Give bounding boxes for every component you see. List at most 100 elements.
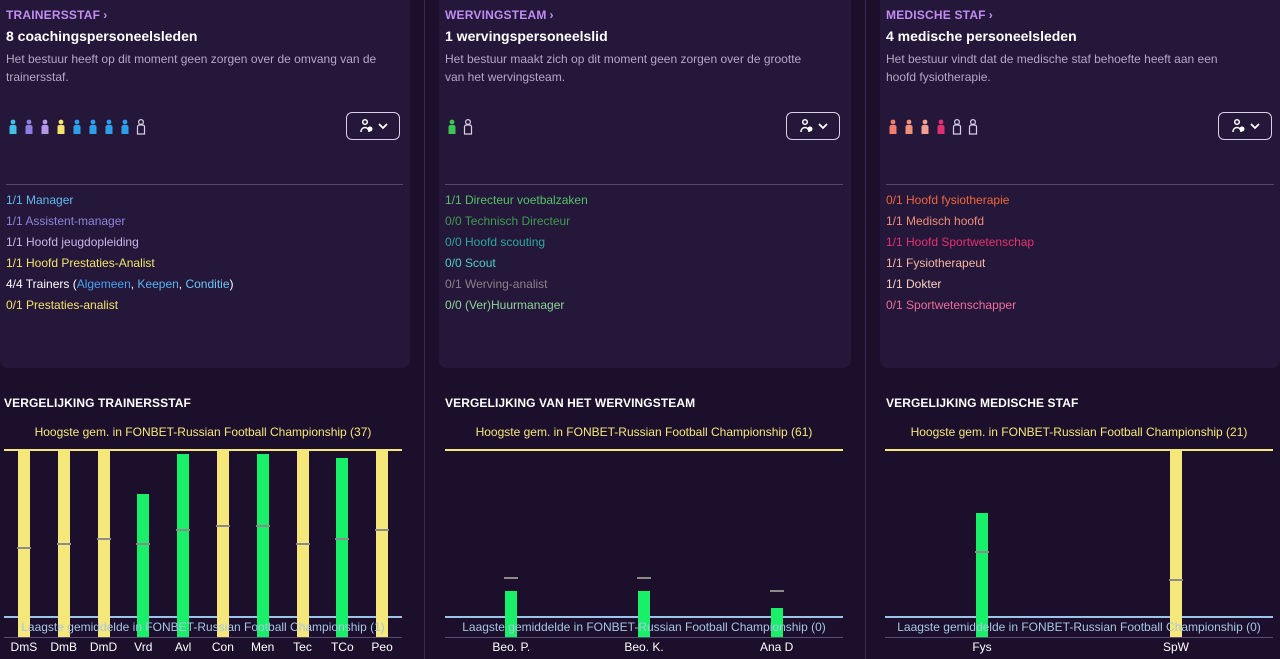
header-title: MEDISCHE STAF bbox=[886, 8, 986, 22]
wervingsteam-card: WERVINGSTEAM › 1 wervingspersoneelslid He… bbox=[439, 0, 851, 368]
role-item: 0/1 Hoofd fysiotherapie bbox=[886, 193, 1010, 207]
person-filled-icon bbox=[41, 119, 49, 134]
chevron-down-icon bbox=[1250, 123, 1260, 130]
medische-staf-card: MEDISCHE STAF › 4 medische personeelslede… bbox=[880, 0, 1280, 368]
x-tick-label: Men bbox=[251, 640, 275, 654]
chevron-down-icon bbox=[378, 123, 388, 130]
role-item: 0/1 Prestaties-analist bbox=[6, 298, 119, 312]
board-comment: Het bestuur vindt dat de medische staf b… bbox=[886, 52, 1218, 84]
role-item: 1/1 Medisch hoofd bbox=[886, 214, 985, 228]
average-marker bbox=[335, 538, 350, 541]
x-tick-label: Beo. K. bbox=[624, 640, 664, 654]
average-marker bbox=[637, 576, 651, 579]
staff-filter-dropdown[interactable] bbox=[786, 112, 840, 140]
person-filled-icon bbox=[89, 119, 97, 134]
bar bbox=[216, 449, 229, 637]
trainersstaf-header-link[interactable]: TRAINERSSTAF › bbox=[6, 8, 107, 22]
bar bbox=[97, 449, 110, 637]
average-marker bbox=[136, 542, 151, 545]
lowest-average-label: Laagste gemiddelde in FONBET-Russian Foo… bbox=[897, 620, 1261, 634]
x-axis bbox=[4, 637, 402, 638]
highest-average-label: Hoogste gem. in FONBET-Russian Football … bbox=[475, 425, 813, 439]
x-tick-label: Tec bbox=[293, 640, 312, 654]
x-tick-label: Ana D bbox=[759, 640, 794, 654]
role-item: 0/0 (Ver)Huurmanager bbox=[445, 298, 565, 312]
role-item: 1/1 Fysiotherapeut bbox=[886, 256, 986, 270]
column-separator bbox=[865, 0, 866, 659]
staff-filter-dropdown[interactable] bbox=[346, 112, 400, 140]
trainer-type-fitness: Conditie bbox=[185, 277, 230, 291]
divider bbox=[886, 184, 1274, 185]
person-filled-icon bbox=[905, 119, 913, 134]
x-tick-label: DmS bbox=[10, 640, 38, 654]
header-title: TRAINERSSTAF bbox=[6, 8, 101, 22]
x-tick-label: Con bbox=[211, 640, 234, 654]
person-empty-icon bbox=[463, 119, 473, 135]
average-marker bbox=[375, 529, 390, 532]
person-empty-icon bbox=[952, 119, 962, 135]
column-separator bbox=[424, 0, 425, 659]
bar bbox=[177, 453, 190, 637]
average-marker bbox=[16, 547, 31, 550]
role-list: 1/1 Manager 1/1 Assistent-manager 1/1 Ho… bbox=[6, 190, 234, 316]
chevron-right-icon: › bbox=[549, 8, 554, 22]
role-item: 1/1 Dokter bbox=[886, 277, 942, 291]
trainersstaf-card: TRAINERSSTAF › 8 coachingspersoneelsleden… bbox=[0, 0, 410, 368]
trainer-type-goalkeeping: Keepen bbox=[137, 277, 179, 291]
person-empty-icon bbox=[136, 119, 146, 135]
board-comment: Het bestuur maakt zich op dit moment gee… bbox=[445, 52, 802, 84]
staff-count: 8 coachingspersoneelsleden bbox=[6, 28, 198, 44]
divider bbox=[445, 184, 843, 185]
divider bbox=[6, 184, 403, 185]
staff-filter-dropdown[interactable] bbox=[1218, 112, 1272, 140]
x-tick-label: Beo. P. bbox=[492, 640, 531, 654]
average-marker bbox=[295, 542, 310, 545]
chart-title: VERGELIJKING MEDISCHE STAF bbox=[886, 396, 1079, 410]
role-item: 0/0 Hoofd scouting bbox=[445, 235, 546, 249]
person-filled-icon bbox=[105, 119, 113, 134]
x-axis bbox=[445, 637, 843, 638]
person-filled-icon bbox=[73, 119, 81, 134]
role-item: 0/1 Werving-analist bbox=[445, 277, 548, 291]
lowest-average-label: Laagste gemiddelde in FONBET-Russian Foo… bbox=[462, 620, 826, 634]
bar bbox=[336, 458, 349, 637]
bar bbox=[1170, 449, 1182, 637]
person-filled-icon bbox=[57, 119, 65, 134]
person-filled-icon bbox=[121, 119, 129, 134]
role-item: 0/0 Technisch Directeur bbox=[445, 214, 571, 228]
average-marker bbox=[96, 538, 111, 541]
x-tick-label: TCo bbox=[330, 640, 354, 654]
bar bbox=[137, 494, 150, 637]
highest-average-label: Hoogste gem. in FONBET-Russian Football … bbox=[34, 425, 372, 439]
highest-average-line bbox=[885, 449, 1273, 451]
person-filled-icon bbox=[889, 119, 897, 134]
bar bbox=[376, 449, 389, 637]
staff-count: 4 medische personeelsleden bbox=[886, 28, 1077, 44]
average-marker bbox=[504, 576, 519, 579]
role-item: 1/1 Hoofd Sportwetenschap bbox=[886, 235, 1035, 249]
chevron-right-icon: › bbox=[103, 8, 108, 22]
role-item: 1/1 Hoofd jeugdopleiding bbox=[6, 235, 139, 249]
x-tick-label: DmB bbox=[50, 640, 78, 654]
x-tick-label: Peo bbox=[371, 640, 393, 654]
staff-people-icons bbox=[7, 119, 147, 135]
highest-average-label: Hoogste gem. in FONBET-Russian Football … bbox=[910, 425, 1248, 439]
lowest-average-label: Laagste gemiddelde in FONBET-Russian Foo… bbox=[21, 620, 385, 634]
person-filled-icon bbox=[921, 119, 929, 134]
role-item-trainers: 4/4 Trainers (Algemeen, Keepen, Conditie… bbox=[6, 277, 234, 291]
medische-staf-header-link[interactable]: MEDISCHE STAF › bbox=[886, 8, 993, 22]
average-marker bbox=[769, 590, 784, 593]
board-comment: Het bestuur heeft op dit moment geen zor… bbox=[6, 52, 377, 84]
wervingsteam-header-link[interactable]: WERVINGSTEAM › bbox=[445, 8, 554, 22]
x-tick-label: Vrd bbox=[134, 640, 153, 654]
role-item: 1/1 Hoofd Prestaties-Analist bbox=[6, 256, 155, 270]
role-item: 0/1 Sportwetenschapper bbox=[886, 298, 1017, 312]
bar bbox=[256, 453, 269, 637]
chart-title: VERGELIJKING VAN HET WERVINGSTEAM bbox=[445, 396, 696, 410]
role-item: 0/0 Scout bbox=[445, 256, 496, 270]
highest-average-line bbox=[445, 449, 843, 451]
role-item: 1/1 Directeur voetbalzaken bbox=[445, 193, 588, 207]
staff-count: 1 wervingspersoneelslid bbox=[445, 28, 608, 44]
staff-icon bbox=[800, 118, 813, 133]
chart-title: VERGELIJKING TRAINERSSTAF bbox=[4, 396, 191, 410]
